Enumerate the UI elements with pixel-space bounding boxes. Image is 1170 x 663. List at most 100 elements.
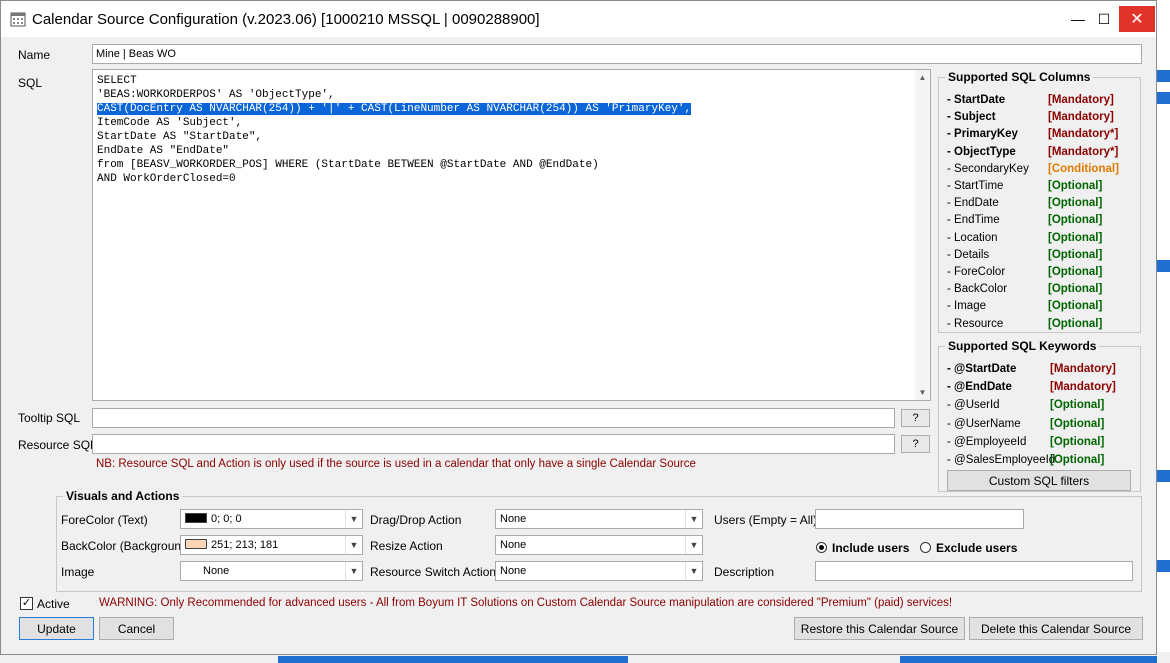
include-users-radio[interactable] — [816, 542, 827, 553]
delete-calendar-source-button[interactable]: Delete this Calendar Source — [969, 617, 1143, 640]
requirement-level: [Mandatory] — [1050, 363, 1116, 375]
scroll-up-icon[interactable]: ▲ — [915, 70, 930, 85]
requirement-name: - Subject — [947, 111, 996, 124]
requirement-name: - @UserId — [947, 399, 1000, 412]
close-icon: ✕ — [1130, 11, 1144, 28]
chevron-down-icon[interactable]: ▼ — [685, 510, 702, 528]
resource-switch-label: Resource Switch Action — [370, 565, 497, 579]
resource-sql-input[interactable] — [92, 434, 895, 454]
requirement-level: [Optional] — [1050, 417, 1105, 430]
chevron-down-icon[interactable]: ▼ — [345, 536, 362, 554]
image-select[interactable]: None ▼ — [180, 561, 363, 581]
sql-text: SELECT 'BEAS:WORKORDERPOS' AS 'ObjectTyp… — [97, 74, 692, 186]
sql-scrollbar[interactable]: ▲ ▼ — [915, 70, 930, 400]
update-button[interactable]: Update — [19, 617, 94, 640]
background-app-strip — [1157, 0, 1170, 663]
dragdrop-value: None — [500, 513, 527, 525]
requirement-level: [Optional] — [1048, 283, 1103, 296]
minimize-icon: — — [1071, 11, 1085, 27]
dragdrop-label: Drag/Drop Action — [370, 513, 462, 527]
supported-columns-group: Supported SQL Columns - StartDate [Mandat… — [938, 70, 1141, 333]
requirement-name: - ObjectType — [947, 145, 1016, 158]
resize-select[interactable]: None ▼ — [495, 535, 703, 555]
image-label: Image — [61, 565, 95, 579]
calendar-source-dialog: Calendar Source Configuration (v.2023.06… — [0, 0, 1157, 655]
tooltip-sql-label: Tooltip SQL — [18, 411, 81, 425]
exclude-users-radio[interactable] — [920, 542, 931, 553]
resize-value: None — [500, 539, 527, 551]
supported-keywords-title: Supported SQL Keywords — [945, 339, 1100, 353]
sql-label: SQL — [18, 76, 43, 90]
close-button[interactable]: ✕ — [1119, 6, 1155, 32]
requirement-name: - @EmployeeId — [947, 435, 1027, 448]
requirement-level: [Mandatory] — [1048, 94, 1114, 106]
requirement-name: - SecondaryKey — [947, 162, 1029, 175]
active-label[interactable]: Active — [37, 597, 70, 611]
backcolor-swatch — [185, 539, 207, 549]
active-checkbox[interactable]: ✓ — [20, 597, 33, 610]
supported-columns-title: Supported SQL Columns — [945, 70, 1094, 84]
requirement-name: - Image — [947, 300, 986, 313]
forecolor-label: ForeColor (Text) — [61, 513, 148, 527]
restore-calendar-source-button[interactable]: Restore this Calendar Source — [794, 617, 965, 640]
sql-line: AND WorkOrderClosed=0 — [97, 173, 236, 185]
requirement-level: [Mandatory*] — [1048, 128, 1119, 141]
include-users-label[interactable]: Include users — [832, 541, 909, 555]
sql-line: EndDate AS "EndDate" — [97, 145, 230, 157]
name-input[interactable]: Mine | Beas WO — [92, 44, 1142, 64]
sql-line: SELECT — [97, 75, 137, 87]
requirement-name: - @EndDate — [947, 381, 1012, 394]
backcolor-value: 251; 213; 181 — [211, 539, 279, 551]
backcolor-select[interactable]: 251; 213; 181 ▼ — [180, 535, 363, 555]
forecolor-value: 0; 0; 0 — [211, 513, 242, 525]
requirement-level: [Optional] — [1048, 300, 1103, 313]
cancel-button[interactable]: Cancel — [99, 617, 174, 640]
supported-keywords-group: Supported SQL Keywords - @StartDate [Mand… — [938, 339, 1141, 492]
requirement-level: [Optional] — [1048, 231, 1103, 244]
requirement-name: - EndTime — [947, 214, 1000, 227]
resource-switch-select[interactable]: None ▼ — [495, 561, 703, 581]
tooltip-sql-input[interactable] — [92, 408, 895, 428]
sql-editor[interactable]: SELECT 'BEAS:WORKORDERPOS' AS 'ObjectTyp… — [92, 69, 931, 401]
name-label: Name — [18, 48, 51, 62]
chevron-down-icon[interactable]: ▼ — [345, 562, 362, 580]
users-label: Users (Empty = All) — [714, 513, 818, 527]
chevron-down-icon[interactable]: ▼ — [345, 510, 362, 528]
maximize-icon: ☐ — [1097, 10, 1111, 27]
resource-sql-help-button[interactable]: ? — [901, 435, 930, 453]
chevron-down-icon[interactable]: ▼ — [685, 536, 702, 554]
tooltip-sql-help-button[interactable]: ? — [901, 409, 930, 427]
premium-warning: WARNING: Only Recommended for advanced u… — [99, 597, 953, 609]
calendar-icon — [10, 11, 26, 27]
exclude-users-label[interactable]: Exclude users — [936, 541, 1017, 555]
requirement-name: - Location — [947, 231, 998, 244]
description-input[interactable] — [815, 561, 1133, 581]
requirement-level: [Optional] — [1048, 317, 1103, 330]
title-bar: Calendar Source Configuration (v.2023.06… — [1, 1, 1156, 37]
sql-line: ItemCode AS 'Subject', — [97, 117, 243, 129]
requirement-level: [Optional] — [1048, 180, 1103, 192]
scroll-down-icon[interactable]: ▼ — [915, 385, 930, 400]
requirement-name: - EndDate — [947, 197, 999, 210]
requirement-level: [Optional] — [1048, 248, 1103, 261]
chevron-down-icon[interactable]: ▼ — [685, 562, 702, 580]
requirement-level: [Optional] — [1050, 399, 1105, 412]
users-input[interactable] — [815, 509, 1024, 529]
dragdrop-select[interactable]: None ▼ — [495, 509, 703, 529]
visuals-actions-title: Visuals and Actions — [63, 489, 183, 503]
custom-sql-filters-button[interactable]: Custom SQL filters — [947, 470, 1131, 491]
requirement-name: - ForeColor — [947, 266, 1006, 278]
requirement-name: - @UserName — [947, 417, 1021, 430]
forecolor-select[interactable]: 0; 0; 0 ▼ — [180, 509, 363, 529]
sql-line: 'BEAS:WORKORDERPOS' AS 'ObjectType', — [97, 89, 335, 101]
requirement-level: [Mandatory*] — [1048, 145, 1119, 158]
sql-line: from [BEASV_WORKORDER_POS] WHERE (StartD… — [97, 159, 599, 171]
requirement-level: [Optional] — [1048, 214, 1103, 227]
requirement-level: [Optional] — [1048, 266, 1103, 278]
backcolor-label: BackColor (Background) — [61, 539, 192, 553]
requirement-name: - StartDate — [947, 94, 1006, 106]
requirement-level: [Conditional] — [1048, 162, 1119, 175]
resource-switch-value: None — [500, 565, 527, 577]
resource-sql-note: NB: Resource SQL and Action is only used… — [96, 458, 696, 470]
maximize-button[interactable]: ☐ — [1089, 6, 1119, 32]
